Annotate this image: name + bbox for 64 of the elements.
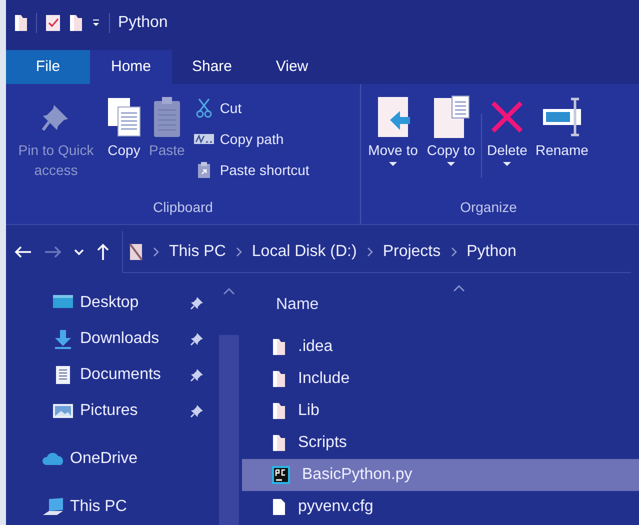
folder-icon <box>14 14 28 32</box>
nav-item[interactable]: OneDrive <box>6 441 218 477</box>
file-row[interactable]: pyvenv.cfg <box>242 491 639 523</box>
clipboard-icon <box>152 96 182 138</box>
picture-icon <box>52 401 74 421</box>
scroll-up-icon[interactable] <box>223 287 235 295</box>
breadcrumb[interactable]: This PC <box>169 240 226 264</box>
window-title: Python <box>118 12 168 32</box>
chevron-icon <box>236 246 242 256</box>
copy-to-icon <box>432 95 470 139</box>
ribbon-button[interactable]: Paste shortcut <box>194 156 310 184</box>
group-label: Clipboard <box>152 198 214 217</box>
nav-item[interactable]: Desktop <box>6 285 218 321</box>
close-icon <box>490 100 524 134</box>
folder-icon <box>129 242 143 260</box>
ribbon-button[interactable]: Copy <box>104 94 144 197</box>
address-bar[interactable]: This PC Local Disk (D:) Projects Python <box>122 231 631 273</box>
copy-path-icon <box>194 133 214 145</box>
file-row[interactable]: BasicPython.py <box>242 459 639 491</box>
python-file-icon <box>272 466 290 484</box>
back-icon[interactable] <box>14 245 32 259</box>
ribbon-button[interactable]: Delete <box>484 94 530 197</box>
nav-item[interactable]: Documents <box>6 357 218 393</box>
column-header[interactable]: Name <box>276 293 319 317</box>
nav-item[interactable]: Downloads <box>6 321 218 357</box>
folder-icon <box>272 434 286 452</box>
download-icon <box>52 329 74 349</box>
ribbon-button[interactable]: Copy to <box>423 94 479 197</box>
up-icon[interactable] <box>96 243 110 261</box>
chevron-icon <box>366 246 373 256</box>
chevron-icon <box>153 246 159 256</box>
ribbon-tab[interactable]: View <box>252 50 332 84</box>
file-row[interactable]: Scripts <box>242 427 639 459</box>
breadcrumb[interactable]: Projects <box>382 240 441 264</box>
rename-icon <box>540 97 583 137</box>
nav-item[interactable]: This PC <box>6 489 218 525</box>
folder-icon <box>272 338 286 356</box>
ribbon-tab[interactable]: Share <box>172 50 252 84</box>
new-folder-icon[interactable] <box>69 14 83 32</box>
group-label: Organize <box>459 198 518 217</box>
ribbon-tab[interactable]: Home <box>90 50 172 84</box>
folder-icon <box>272 370 286 388</box>
paste-shortcut-icon <box>196 161 211 179</box>
scissors-icon <box>196 98 212 118</box>
copy-icon <box>107 97 141 137</box>
nav-item[interactable]: Pictures <box>6 393 218 429</box>
file-icon <box>272 498 286 516</box>
file-menu-tab[interactable]: File <box>6 50 90 84</box>
breadcrumb[interactable]: Local Disk (D:) <box>252 240 357 264</box>
computer-icon <box>42 497 64 517</box>
ribbon-button[interactable]: Rename <box>532 94 592 197</box>
file-row[interactable]: Include <box>242 363 639 395</box>
ribbon-button[interactable]: Cut <box>194 94 310 122</box>
folder-icon <box>272 402 286 420</box>
file-row[interactable]: Lib <box>242 395 639 427</box>
breadcrumb[interactable]: Python <box>466 240 516 264</box>
customize-caret-icon[interactable] <box>91 18 101 28</box>
file-row[interactable]: .idea <box>242 331 639 363</box>
sort-ascending-icon <box>453 285 465 292</box>
recent-caret-icon[interactable] <box>74 248 84 256</box>
ribbon-button[interactable]: Move to <box>365 94 421 197</box>
chevron-icon <box>450 246 457 256</box>
properties-icon[interactable] <box>45 14 61 32</box>
ribbon-button[interactable]: Copy path <box>194 125 310 153</box>
